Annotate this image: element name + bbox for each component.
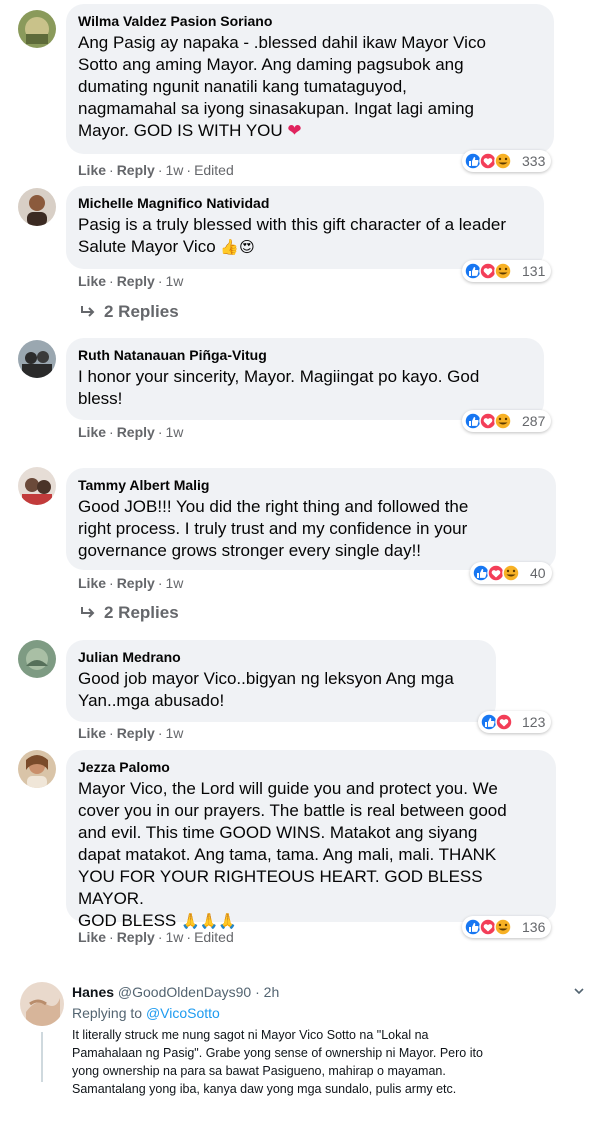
tweet-text: It literally struck me nung sagot ni May… [72, 1028, 483, 1096]
reaction-summary[interactable]: 136 [462, 916, 552, 938]
praying-hands-emoji-icon: 🙏🙏🙏 [181, 913, 238, 930]
avatar[interactable] [18, 640, 56, 678]
thumbs-up-emoji-icon: 👍 [220, 239, 240, 256]
reply-arrow-icon [81, 607, 95, 618]
like-link[interactable]: Like [78, 424, 106, 440]
comment-author[interactable]: Julian Medrano [78, 649, 482, 665]
like-link[interactable]: Like [78, 162, 106, 178]
comment-bubble: Ruth Natanauan Piñga-Vitug I honor your … [66, 338, 544, 420]
reaction-summary[interactable]: 123 [478, 711, 552, 733]
tweet-time[interactable]: 2h [264, 984, 280, 1000]
avatar[interactable] [18, 10, 56, 48]
reaction-count: 136 [522, 919, 546, 935]
reaction-summary[interactable]: 333 [462, 150, 552, 172]
reaction-summary[interactable]: 131 [462, 260, 552, 282]
comment-bubble: Jezza Palomo Mayor Vico, the Lord will g… [66, 750, 556, 930]
comment-text: Good JOB!!! You did the right thing and … [78, 497, 469, 560]
reply-link[interactable]: Reply [117, 273, 155, 289]
avatar[interactable] [18, 750, 56, 788]
comment-author[interactable]: Jezza Palomo [78, 759, 542, 775]
reaction-count: 40 [530, 565, 546, 581]
reaction-summary[interactable]: 40 [470, 562, 552, 584]
comment-text: Good job mayor Vico..bigyan ng leksyon A… [78, 669, 454, 710]
reaction-count: 333 [522, 153, 546, 169]
like-link[interactable]: Like [78, 929, 106, 945]
reply-link[interactable]: Reply [117, 575, 155, 591]
reaction-icons [464, 152, 512, 170]
reply-link[interactable]: Reply [117, 929, 155, 945]
like-link[interactable]: Like [78, 725, 106, 741]
comment-bubble: Tammy Albert Malig Good JOB!!! You did t… [66, 468, 556, 570]
reply-link[interactable]: Reply [117, 725, 155, 741]
comment-author[interactable]: Tammy Albert Malig [78, 477, 542, 493]
comment-author[interactable]: Wilma Valdez Pasion Soriano [78, 13, 540, 29]
reaction-count: 123 [522, 714, 546, 730]
chevron-down-icon[interactable] [572, 984, 586, 1003]
avatar[interactable] [18, 340, 56, 378]
comment-actions: Like · Reply · 1w [78, 273, 184, 289]
comment-text: Mayor Vico, the Lord will guide you and … [78, 779, 507, 930]
view-replies-link[interactable]: 2 Replies [80, 603, 179, 623]
replying-handle-link[interactable]: @VicoSotto [146, 1005, 220, 1021]
comment-text: Pasig is a truly blessed with this gift … [78, 215, 507, 256]
avatar[interactable] [20, 982, 64, 1026]
replying-to: Replying to @VicoSotto [72, 1005, 220, 1021]
comment-bubble: Julian Medrano Good job mayor Vico..bigy… [66, 640, 496, 722]
avatar[interactable] [18, 467, 56, 505]
comment-author[interactable]: Michelle Magnifico Natividad [78, 195, 530, 211]
heart-eyes-emoji-icon: 😍 [239, 239, 255, 256]
like-link[interactable]: Like [78, 575, 106, 591]
comment-time[interactable]: 1w [165, 162, 183, 178]
reaction-icons [464, 918, 512, 936]
reaction-icons [464, 412, 512, 430]
comment-actions: Like · Reply · 1w · Edited [78, 162, 234, 178]
view-replies-link[interactable]: 2 Replies [80, 302, 179, 322]
comment-bubble: Wilma Valdez Pasion Soriano Ang Pasig ay… [66, 4, 554, 154]
replies-label: 2 Replies [104, 302, 179, 321]
like-link[interactable]: Like [78, 273, 106, 289]
comment-time[interactable]: 1w [165, 725, 183, 741]
comment-time[interactable]: 1w [165, 575, 183, 591]
comment-time[interactable]: 1w [165, 424, 183, 440]
replying-prefix: Replying to [72, 1005, 143, 1021]
comment-actions: Like · Reply · 1w [78, 725, 184, 741]
thread-line [41, 1032, 43, 1082]
comment-text: I honor your sincerity, Mayor. Magiingat… [78, 367, 480, 408]
comment-author[interactable]: Ruth Natanauan Piñga-Vitug [78, 347, 530, 363]
edited-label: Edited [194, 929, 234, 945]
tweet-author-name[interactable]: Hanes [72, 984, 114, 1000]
replies-label: 2 Replies [104, 603, 179, 622]
reply-link[interactable]: Reply [117, 162, 155, 178]
comment-time[interactable]: 1w [165, 273, 183, 289]
reaction-icons [464, 262, 512, 280]
edited-label: Edited [194, 162, 234, 178]
reaction-icons [480, 713, 513, 731]
comment-time[interactable]: 1w [165, 929, 183, 945]
tweet-header: Hanes @GoodOldenDays90 · 2h [72, 984, 280, 1000]
comment-actions: Like · Reply · 1w [78, 424, 184, 440]
comment-actions: Like · Reply · 1w · Edited [78, 929, 234, 945]
reaction-count: 131 [522, 263, 546, 279]
heart-emoji-icon: ❤ [287, 121, 302, 140]
avatar[interactable] [18, 188, 56, 226]
comment-text: Ang Pasig ay napaka - .blessed dahil ika… [78, 33, 486, 140]
reaction-icons [472, 564, 520, 582]
reply-arrow-icon [81, 306, 95, 317]
comment-bubble: Michelle Magnifico Natividad Pasig is a … [66, 186, 544, 269]
tweet[interactable]: Hanes @GoodOldenDays90 · 2h Replying to … [0, 972, 600, 1132]
comment-actions: Like · Reply · 1w [78, 575, 184, 591]
reaction-summary[interactable]: 287 [462, 410, 552, 432]
tweet-author-handle[interactable]: @GoodOldenDays90 [118, 984, 251, 1000]
reaction-count: 287 [522, 413, 546, 429]
reply-link[interactable]: Reply [117, 424, 155, 440]
